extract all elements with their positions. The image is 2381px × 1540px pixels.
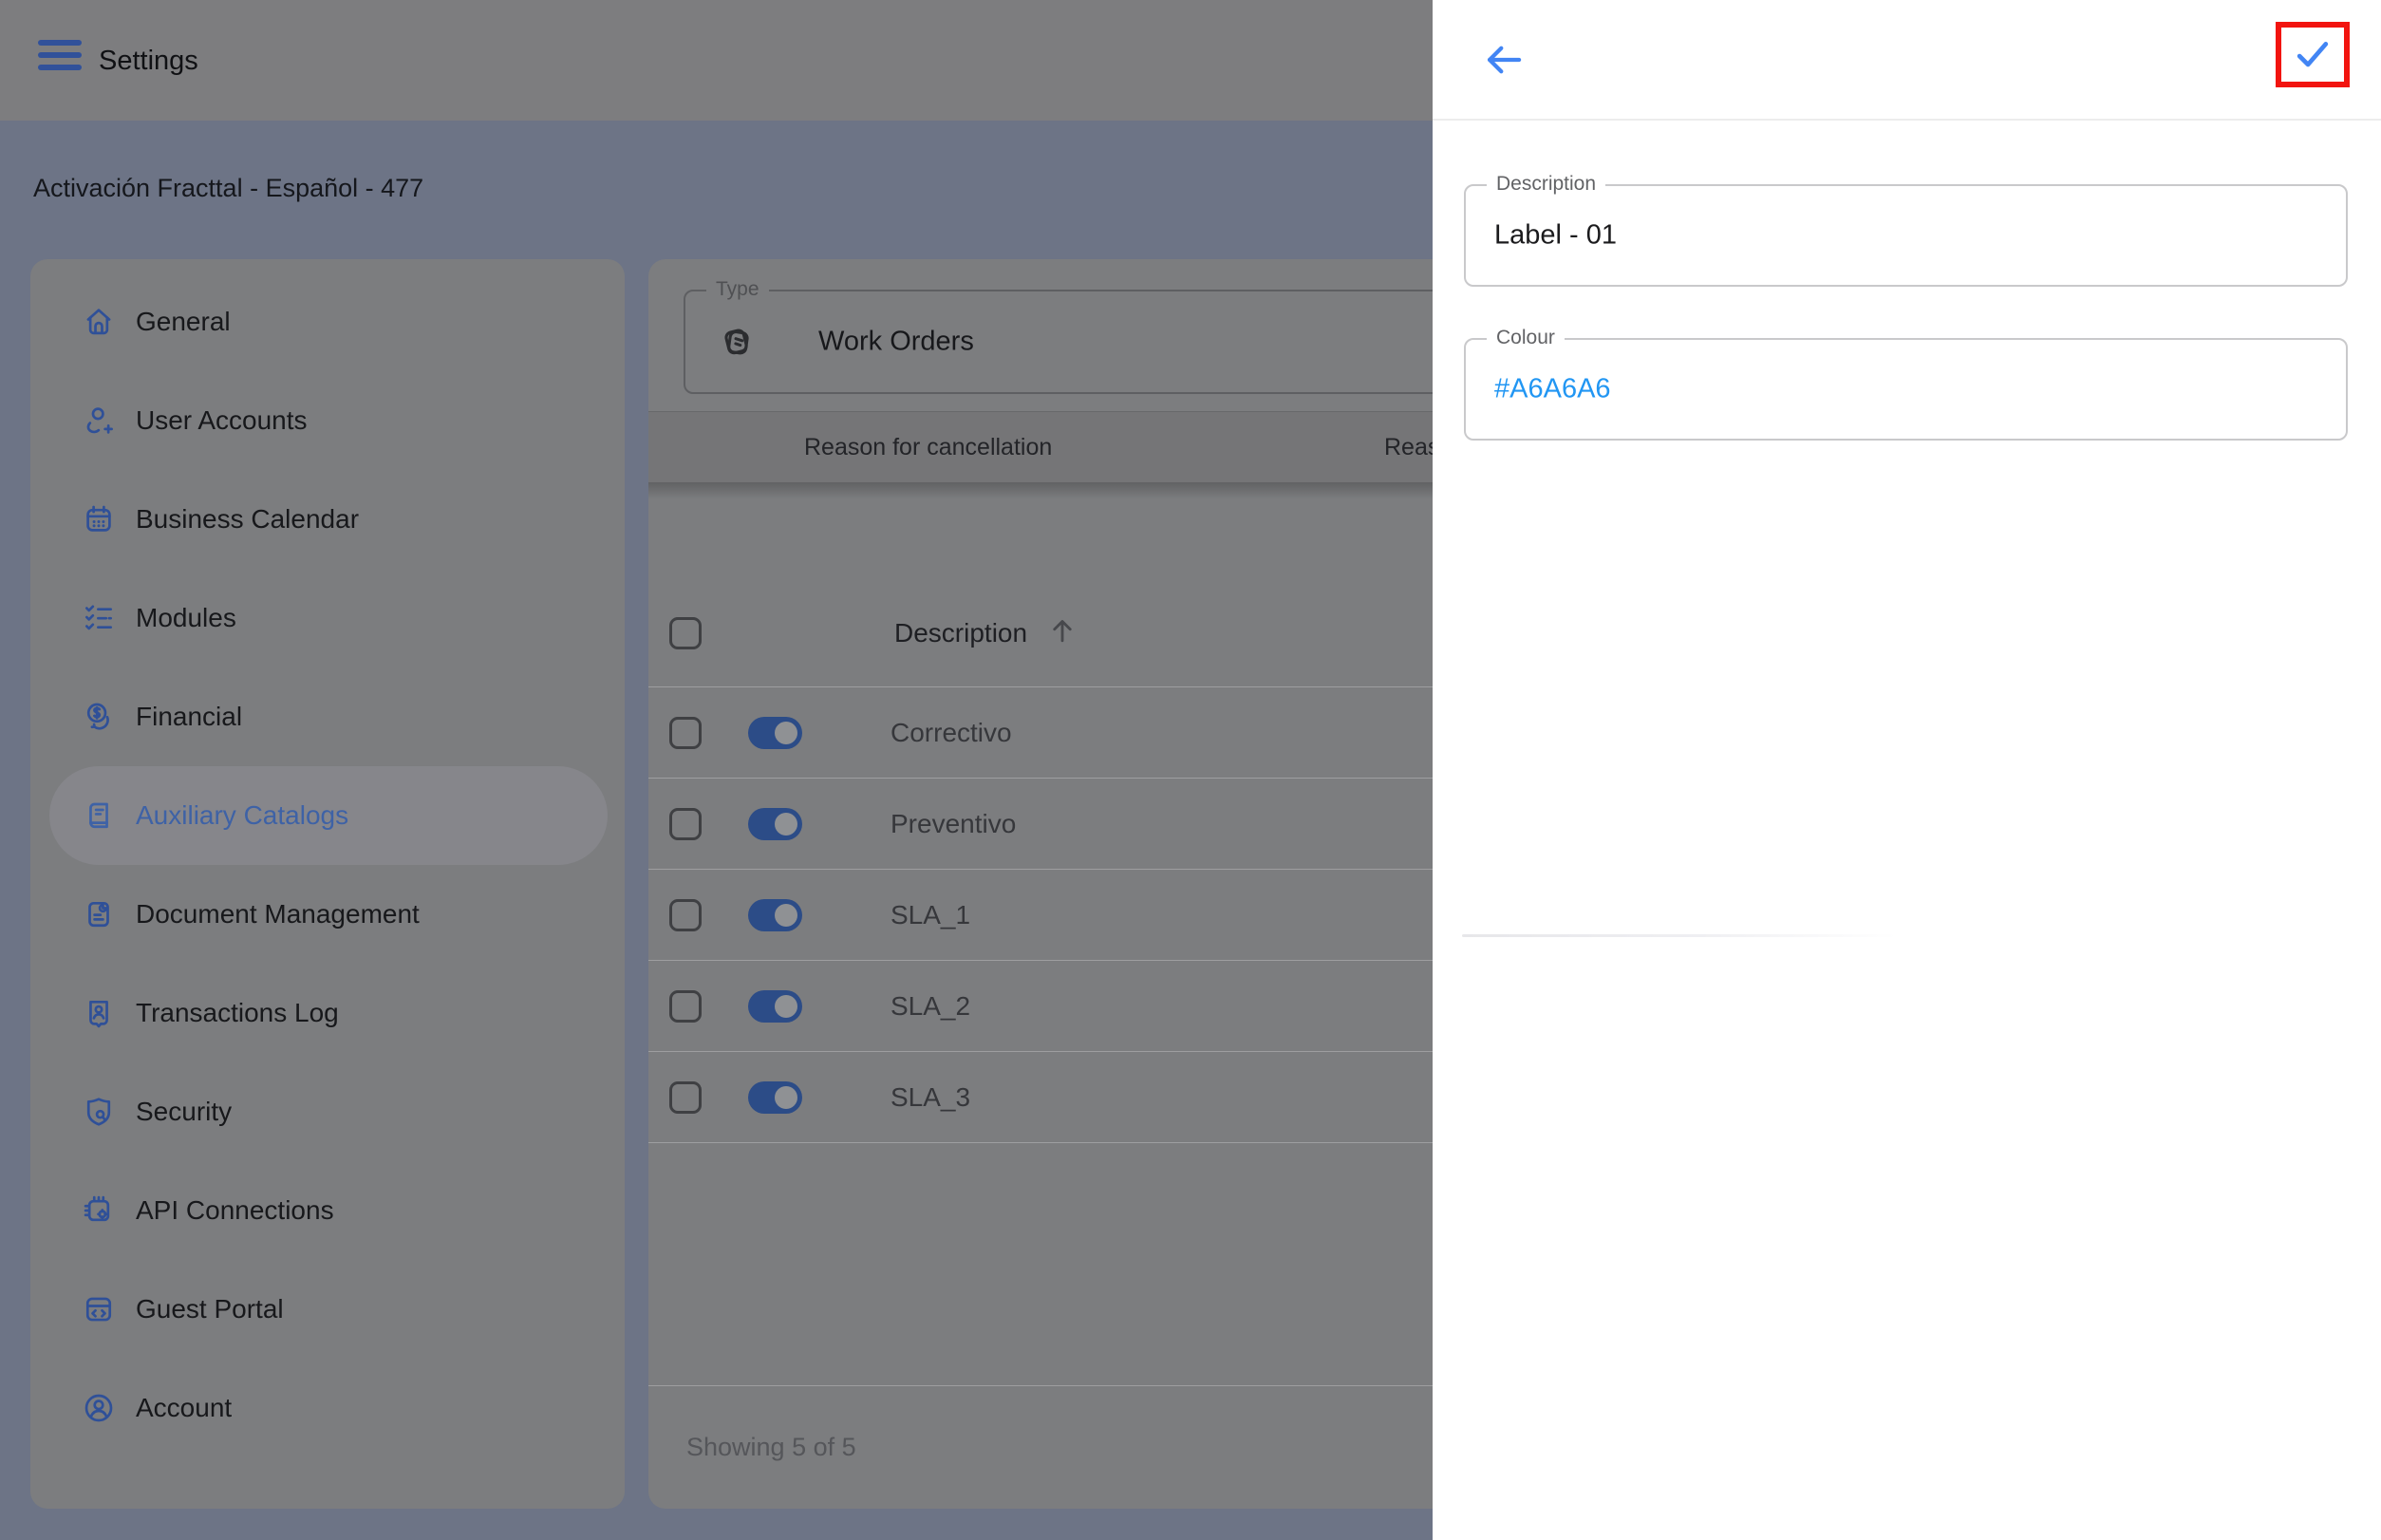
sidebar-item-label: Document Management bbox=[136, 899, 420, 930]
highlight-box bbox=[2276, 22, 2350, 87]
row-checkbox[interactable] bbox=[669, 717, 702, 749]
tab-reason-partial[interactable]: Reas bbox=[1384, 412, 1439, 482]
back-arrow-icon[interactable] bbox=[1482, 38, 1526, 82]
sidebar-item-document-management[interactable]: Document Management bbox=[49, 865, 608, 964]
tags-icon bbox=[714, 320, 758, 364]
sidebar-item-label: Financial bbox=[136, 702, 242, 732]
row-checkbox[interactable] bbox=[669, 808, 702, 840]
calendar-icon bbox=[81, 501, 117, 537]
sidebar-item-financial[interactable]: Financial bbox=[49, 667, 608, 766]
column-header-description[interactable]: Description bbox=[894, 617, 1027, 649]
row-description: SLA_1 bbox=[891, 900, 970, 930]
row-description: SLA_2 bbox=[891, 991, 970, 1022]
row-description: SLA_3 bbox=[891, 1082, 970, 1113]
colour-field[interactable]: Colour #A6A6A6 bbox=[1464, 338, 2348, 441]
sidebar-item-business-calendar[interactable]: Business Calendar bbox=[49, 470, 608, 569]
enabled-toggle[interactable] bbox=[748, 899, 802, 931]
row-description: Correctivo bbox=[891, 718, 1012, 748]
transactions-badge-icon bbox=[81, 995, 117, 1031]
settings-sidebar: General User Accounts Business Calendar … bbox=[30, 259, 625, 1509]
home-icon bbox=[81, 304, 117, 340]
sidebar-item-label: Auxiliary Catalogs bbox=[136, 800, 348, 831]
shield-icon bbox=[81, 1094, 117, 1130]
description-field[interactable]: Description Label - 01 bbox=[1464, 184, 2348, 287]
sidebar-item-label: Modules bbox=[136, 603, 236, 633]
sidebar-item-label: Transactions Log bbox=[136, 998, 339, 1028]
row-description: Preventivo bbox=[891, 809, 1016, 839]
enabled-toggle[interactable] bbox=[748, 717, 802, 749]
row-checkbox[interactable] bbox=[669, 899, 702, 931]
select-all-checkbox[interactable] bbox=[669, 617, 702, 649]
sidebar-item-security[interactable]: Security bbox=[49, 1062, 608, 1161]
company-title: Activación Fracttal - Español - 477 bbox=[33, 174, 423, 203]
sidebar-item-label: Business Calendar bbox=[136, 504, 359, 535]
sidebar-item-modules[interactable]: Modules bbox=[49, 569, 608, 667]
sidebar-item-user-accounts[interactable]: User Accounts bbox=[49, 371, 608, 470]
type-select-label: Type bbox=[706, 278, 769, 301]
sidebar-item-label: Account bbox=[136, 1393, 232, 1423]
divider bbox=[1462, 934, 1897, 937]
chip-gear-icon bbox=[81, 1193, 117, 1229]
sidebar-item-label: API Connections bbox=[136, 1195, 334, 1226]
tab-reason-for-cancellation[interactable]: Reason for cancellation bbox=[804, 412, 1052, 482]
type-select-value: Work Orders bbox=[818, 327, 974, 358]
money-circulation-icon bbox=[81, 699, 117, 735]
app-title: Settings bbox=[99, 46, 198, 77]
description-field-value: Label - 01 bbox=[1494, 220, 1617, 252]
sidebar-item-general[interactable]: General bbox=[49, 272, 608, 371]
sidebar-item-label: General bbox=[136, 307, 231, 337]
screen: Settings Activación Fracttal - Español -… bbox=[0, 0, 2381, 1540]
enabled-toggle[interactable] bbox=[748, 990, 802, 1023]
sidebar-item-account[interactable]: Account bbox=[49, 1359, 608, 1457]
sidebar-item-auxiliary-catalogs[interactable]: Auxiliary Catalogs bbox=[49, 766, 608, 865]
checklist-icon bbox=[81, 600, 117, 636]
sidebar-item-label: Guest Portal bbox=[136, 1294, 284, 1324]
catalog-book-icon bbox=[81, 798, 117, 834]
sidebar-item-guest-portal[interactable]: Guest Portal bbox=[49, 1260, 608, 1359]
enabled-toggle[interactable] bbox=[748, 808, 802, 840]
row-checkbox[interactable] bbox=[669, 1081, 702, 1114]
sort-ascending-icon[interactable] bbox=[1044, 612, 1080, 648]
user-add-icon bbox=[81, 403, 117, 439]
edit-label-drawer: Description Label - 01 Colour #A6A6A6 bbox=[1433, 0, 2381, 1540]
account-circle-icon bbox=[81, 1390, 117, 1426]
sidebar-item-transactions-log[interactable]: Transactions Log bbox=[49, 964, 608, 1062]
drawer-topbar bbox=[1433, 0, 2381, 121]
colour-field-value: #A6A6A6 bbox=[1494, 374, 1611, 405]
description-field-label: Description bbox=[1487, 173, 1605, 196]
sidebar-item-label: Security bbox=[136, 1097, 232, 1127]
document-clock-icon bbox=[81, 896, 117, 932]
sidebar-item-api-connections[interactable]: API Connections bbox=[49, 1161, 608, 1260]
sidebar-item-label: User Accounts bbox=[136, 405, 308, 436]
colour-field-label: Colour bbox=[1487, 327, 1565, 349]
row-count: Showing 5 of 5 bbox=[686, 1385, 856, 1509]
menu-icon[interactable] bbox=[38, 40, 82, 70]
enabled-toggle[interactable] bbox=[748, 1081, 802, 1114]
portal-window-icon bbox=[81, 1291, 117, 1327]
row-checkbox[interactable] bbox=[669, 990, 702, 1023]
confirm-check-icon[interactable] bbox=[2292, 36, 2334, 74]
